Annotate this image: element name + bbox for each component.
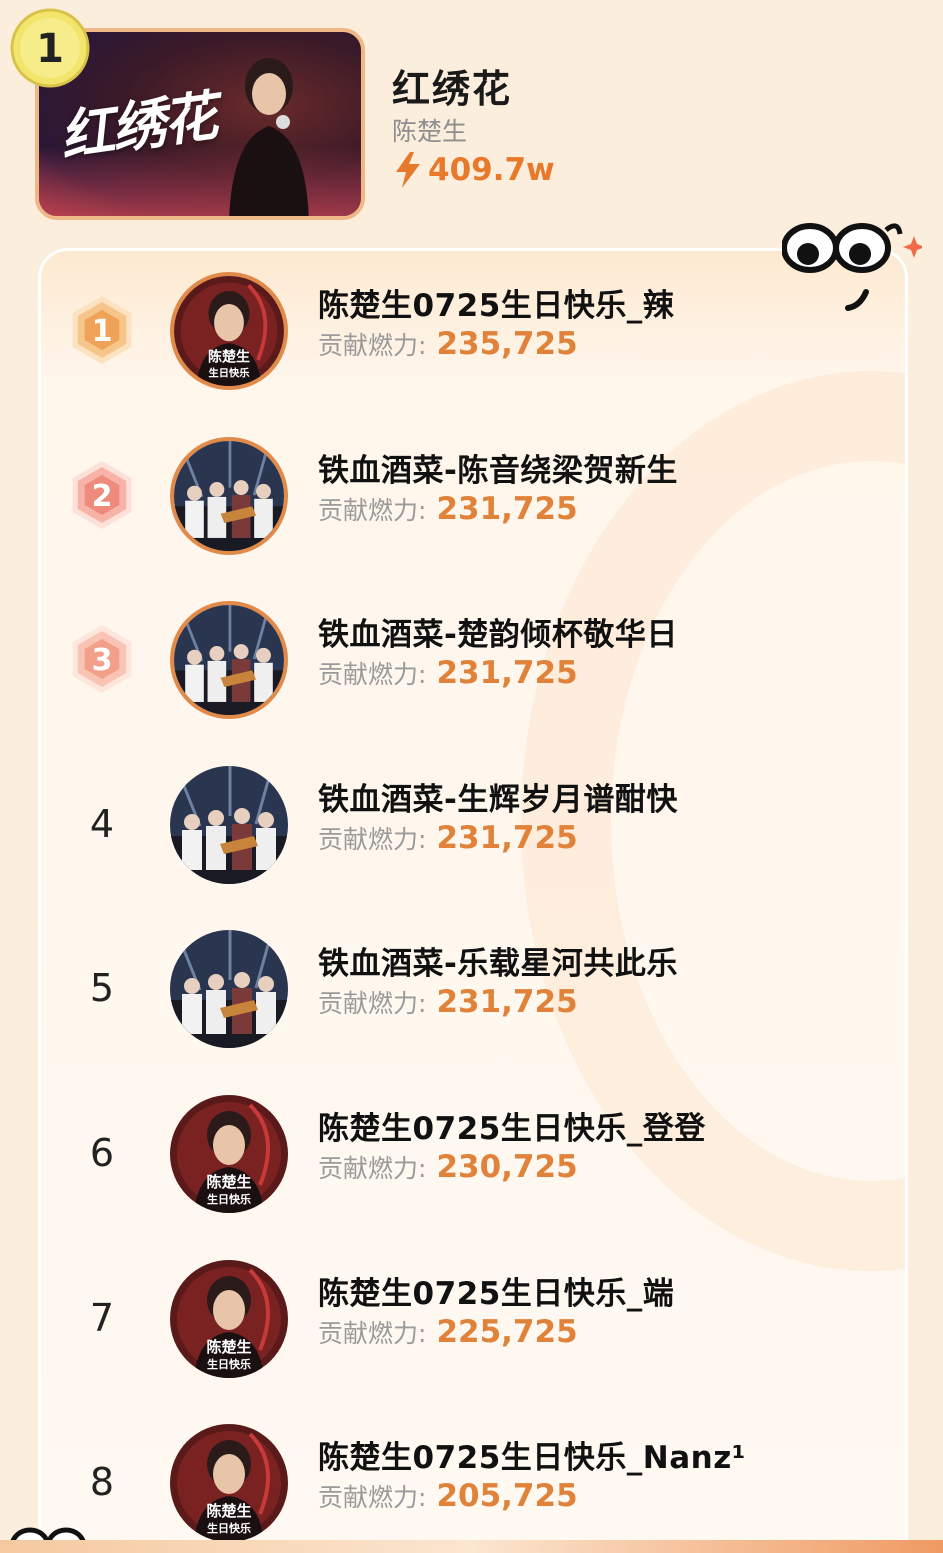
rank: 4 bbox=[66, 784, 138, 864]
band-photo bbox=[174, 605, 284, 715]
score-line: 贡献燃力: 235,725 bbox=[318, 326, 578, 362]
score-value: 231,725 bbox=[436, 984, 578, 1020]
contributor-row[interactable]: 2 铁血酒菜-陈音绕梁贺新生贡献燃力: 231,725 bbox=[0, 427, 943, 567]
score-label: 贡献燃力: bbox=[318, 1319, 427, 1348]
rank-number: 3 bbox=[92, 643, 113, 678]
rank: 5 bbox=[66, 948, 138, 1028]
score-value: 231,725 bbox=[436, 491, 578, 527]
score-line: 贡献燃力: 231,725 bbox=[318, 820, 578, 856]
score-line: 贡献燃力: 231,725 bbox=[318, 491, 578, 527]
rank-1-text: 1 bbox=[36, 26, 64, 72]
rank-medal-icon: 3 bbox=[72, 625, 132, 693]
contributor-name: 陈楚生0725生日快乐_Nanz¹ bbox=[318, 1440, 746, 1476]
score-value: 235,725 bbox=[436, 326, 578, 362]
rank-1-medal-icon: 1 bbox=[10, 8, 90, 88]
svg-text:生日快乐: 生日快乐 bbox=[208, 367, 250, 380]
score-value: 205,725 bbox=[436, 1478, 578, 1514]
score-value: 231,725 bbox=[436, 820, 578, 856]
avatar[interactable] bbox=[170, 766, 288, 884]
band-photo bbox=[170, 766, 288, 884]
rank-medal-2: 2 bbox=[66, 455, 138, 535]
avatar[interactable]: 陈楚生 生日快乐 bbox=[170, 272, 288, 390]
lightning-icon bbox=[396, 152, 420, 188]
singer-photo: 陈楚生生日快乐 bbox=[170, 1095, 288, 1213]
contributor-name: 陈楚生0725生日快乐_辣 bbox=[318, 288, 675, 324]
rank-number: 6 bbox=[89, 1131, 115, 1175]
score-label: 贡献燃力: bbox=[318, 989, 427, 1018]
band-photo bbox=[174, 441, 284, 551]
avatar[interactable] bbox=[170, 437, 288, 555]
song-header: 红绣花 1 红绣花 陈楚生 409.7w bbox=[0, 0, 943, 240]
song-title: 红绣花 bbox=[392, 67, 513, 111]
singer-photo: 陈楚生生日快乐 bbox=[170, 1260, 288, 1378]
rank-number: 7 bbox=[89, 1296, 115, 1340]
song-artist[interactable]: 陈楚生 bbox=[392, 112, 467, 148]
contributor-name: 铁血酒菜-生辉岁月谱酣快 bbox=[318, 782, 678, 818]
score-label: 贡献燃力: bbox=[318, 1483, 427, 1512]
rank: 7 bbox=[66, 1278, 138, 1358]
contributor-row[interactable]: 4 铁血酒菜-生辉岁月谱酣快贡献燃力: 231,725 bbox=[0, 756, 943, 896]
contributor-name: 铁血酒菜-陈音绕梁贺新生 bbox=[318, 453, 678, 489]
score-label: 贡献燃力: bbox=[318, 660, 427, 689]
contributor-name: 陈楚生0725生日快乐_端 bbox=[318, 1276, 675, 1312]
score-line: 贡献燃力: 205,725 bbox=[318, 1478, 578, 1514]
avatar[interactable]: 陈楚生 生日快乐 bbox=[170, 1095, 288, 1213]
band-photo bbox=[170, 930, 288, 1048]
rank-number: 4 bbox=[89, 802, 115, 846]
contributor-row[interactable]: 6 陈楚生 生日快乐 陈楚生0725生日快乐_登登 贡献燃力: 230,725 bbox=[0, 1085, 943, 1225]
score-value: 225,725 bbox=[436, 1314, 578, 1350]
contributor-name: 铁血酒菜-乐载星河共此乐 bbox=[318, 946, 678, 982]
score-line: 贡献燃力: 225,725 bbox=[318, 1314, 578, 1350]
rank-number: 8 bbox=[89, 1460, 115, 1504]
avatar[interactable] bbox=[170, 601, 288, 719]
contributor-row[interactable]: 1 陈楚生 生日快乐 陈楚生0725生日快乐_辣 贡献燃力: 235,725 bbox=[0, 262, 943, 402]
svg-text:陈楚生: 陈楚生 bbox=[206, 1502, 251, 1520]
contributor-name: 铁血酒菜-楚韵倾杯敬华日 bbox=[318, 617, 678, 653]
svg-text:生日快乐: 生日快乐 bbox=[207, 1192, 251, 1206]
svg-text:陈楚生: 陈楚生 bbox=[208, 349, 250, 366]
avatar[interactable] bbox=[170, 930, 288, 1048]
rank-medal-icon: 2 bbox=[72, 461, 132, 529]
avatar[interactable]: 陈楚生 生日快乐 bbox=[170, 1260, 288, 1378]
avatar[interactable]: 陈楚生 生日快乐 bbox=[170, 1424, 288, 1542]
score-line: 贡献燃力: 231,725 bbox=[318, 984, 578, 1020]
contributor-row[interactable]: 3 铁血酒菜-楚韵倾杯敬华日贡献燃力: 231,725 bbox=[0, 591, 943, 731]
svg-text:生日快乐: 生日快乐 bbox=[207, 1521, 251, 1535]
svg-text:陈楚生: 陈楚生 bbox=[206, 1173, 251, 1191]
bottom-bar bbox=[0, 1540, 943, 1553]
rank-number: 1 bbox=[92, 314, 113, 349]
rank-medal-1: 1 bbox=[66, 290, 138, 370]
contributor-row[interactable]: 5 铁血酒菜-乐载星河共此乐贡献燃力: 231,725 bbox=[0, 920, 943, 1060]
score-label: 贡献燃力: bbox=[318, 1154, 427, 1183]
svg-text:生日快乐: 生日快乐 bbox=[207, 1357, 251, 1371]
rank-medal-icon: 1 bbox=[72, 296, 132, 364]
contributor-name: 陈楚生0725生日快乐_登登 bbox=[318, 1111, 706, 1147]
score-label: 贡献燃力: bbox=[318, 825, 427, 854]
score-line: 贡献燃力: 231,725 bbox=[318, 655, 578, 691]
score-label: 贡献燃力: bbox=[318, 331, 427, 360]
svg-text:陈楚生: 陈楚生 bbox=[206, 1338, 251, 1356]
score-value: 230,725 bbox=[436, 1149, 578, 1185]
score-line: 贡献燃力: 230,725 bbox=[318, 1149, 578, 1185]
score-label: 贡献燃力: bbox=[318, 496, 427, 525]
song-heat-value: 409.7w bbox=[428, 152, 555, 188]
singer-photo: 陈楚生生日快乐 bbox=[174, 276, 284, 386]
rank: 6 bbox=[66, 1113, 138, 1193]
score-value: 231,725 bbox=[436, 655, 578, 691]
singer-image bbox=[229, 58, 309, 216]
singer-photo: 陈楚生生日快乐 bbox=[170, 1424, 288, 1542]
rank-number: 5 bbox=[89, 966, 115, 1010]
rank-number: 2 bbox=[92, 479, 113, 514]
rank-medal-3: 3 bbox=[66, 619, 138, 699]
contributor-row[interactable]: 8 陈楚生 生日快乐 陈楚生0725生日快乐_Nanz¹ 贡献燃力: 205,725 bbox=[0, 1414, 943, 1553]
song-heat: 409.7w bbox=[394, 152, 555, 188]
contributor-row[interactable]: 7 陈楚生 生日快乐 陈楚生0725生日快乐_端 贡献燃力: 225,725 bbox=[0, 1250, 943, 1390]
